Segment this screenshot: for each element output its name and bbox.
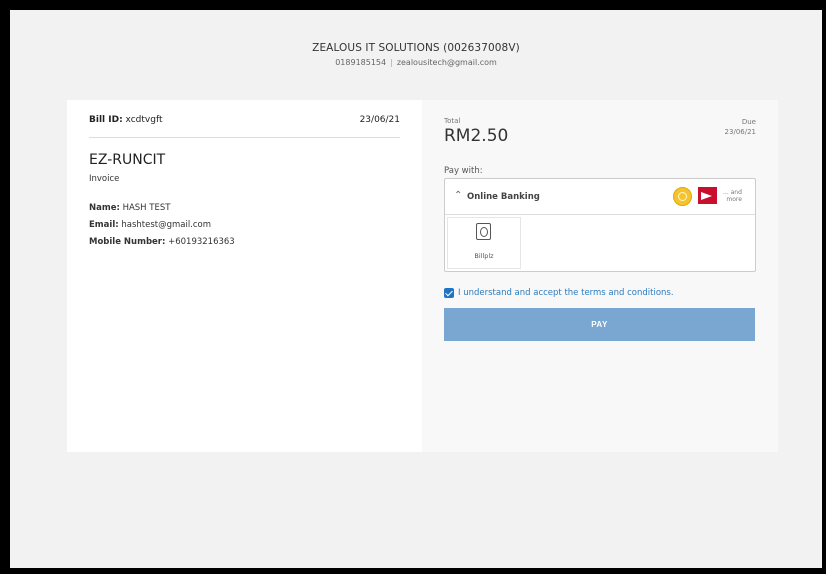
customer-name-label: Name: <box>89 203 120 213</box>
chevron-up-icon: ⌃ <box>454 190 463 201</box>
terms-text[interactable]: I understand and accept the terms and co… <box>458 288 674 298</box>
page-background: ZEALOUS IT SOLUTIONS (002637008V) 018918… <box>10 10 822 568</box>
customer-mobile: Mobile Number: +60193216363 <box>89 234 235 251</box>
billplz-label: Billplz <box>474 252 494 260</box>
organization-title: EZ-RUNCIT <box>89 152 166 168</box>
payment-panel: Total RM2.50 Due 23/06/21 Pay with: ⌃ On… <box>422 100 778 452</box>
customer-email: Email: hashtest@gmail.com <box>89 217 235 234</box>
customer-email-value: hashtest@gmail.com <box>121 220 212 230</box>
billplz-icon <box>476 223 491 240</box>
pay-with-label: Pay with: <box>444 166 483 176</box>
terms-checkbox-row[interactable]: I understand and accept the terms and co… <box>444 288 674 298</box>
online-banking-toggle[interactable]: ⌃ Online Banking ... and more <box>445 179 755 215</box>
document-type: Invoice <box>89 174 120 184</box>
customer-name: Name: HASH TEST <box>89 200 235 217</box>
billplz-option[interactable]: Billplz <box>447 217 521 269</box>
and-more-text: ... and more <box>723 189 742 203</box>
bill-id-value: xcdtvgft <box>125 115 163 125</box>
merchant-contact: 0189185154 | zealousitech@gmail.com <box>10 58 822 67</box>
merchant-name: ZEALOUS IT SOLUTIONS (002637008V) <box>312 42 520 54</box>
total-label: Total <box>444 117 461 125</box>
bill-date: 23/06/21 <box>359 115 400 125</box>
customer-name-value: HASH TEST <box>122 203 171 213</box>
customer-email-label: Email: <box>89 220 119 230</box>
due-date: 23/06/21 <box>724 128 756 136</box>
bill-id: Bill ID: xcdtvgft <box>89 115 162 125</box>
customer-info: Name: HASH TEST Email: hashtest@gmail.co… <box>89 200 235 251</box>
due-info: Due 23/06/21 <box>725 117 756 137</box>
and-more-line-1: ... and <box>723 189 742 196</box>
merchant-phone: 0189185154 <box>335 58 387 67</box>
bill-id-label: Bill ID: <box>89 115 123 125</box>
merchant-email: zealousitech@gmail.com <box>396 58 497 67</box>
divider: | <box>390 58 393 67</box>
online-banking-section: ⌃ Online Banking ... and more Billplz <box>444 178 756 272</box>
and-more-line-2: more <box>726 196 742 203</box>
bank-logo-red-icon <box>698 187 717 204</box>
customer-mobile-label: Mobile Number: <box>89 237 166 247</box>
customer-mobile-value: +60193216363 <box>168 237 235 247</box>
total-amount: RM2.50 <box>444 126 509 146</box>
due-label: Due <box>741 118 756 126</box>
pay-button[interactable]: PAY <box>444 308 755 341</box>
bill-id-row: Bill ID: xcdtvgft 23/06/21 <box>89 115 400 138</box>
bill-card: Bill ID: xcdtvgft 23/06/21 EZ-RUNCIT Inv… <box>67 100 778 452</box>
merchant-header: ZEALOUS IT SOLUTIONS (002637008V) 018918… <box>10 42 822 67</box>
bill-details-panel: Bill ID: xcdtvgft 23/06/21 EZ-RUNCIT Inv… <box>67 100 422 452</box>
bank-logo-gold-icon <box>673 187 692 206</box>
online-banking-label: Online Banking <box>467 192 540 202</box>
checkmark-icon[interactable] <box>444 288 454 298</box>
